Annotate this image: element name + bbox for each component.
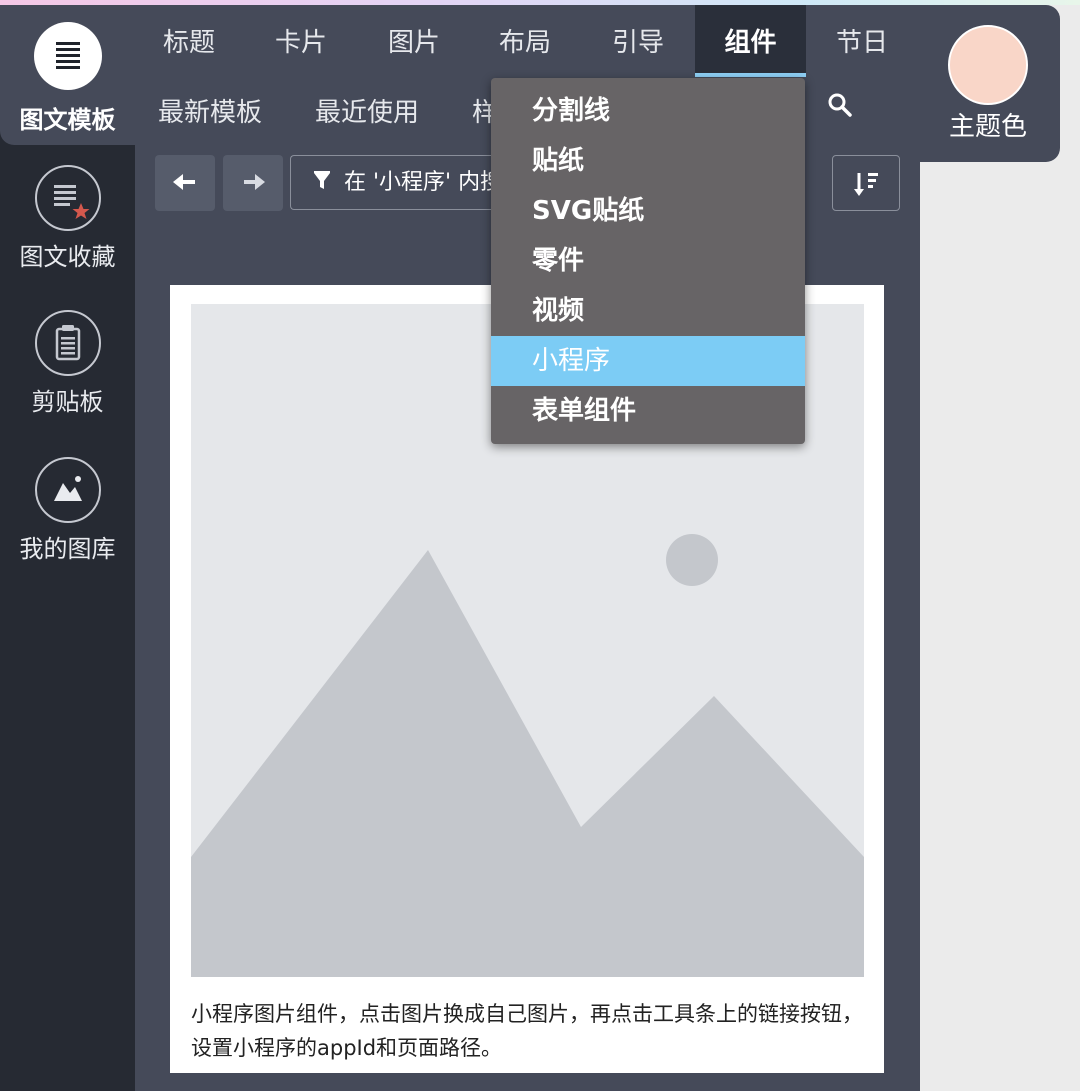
tab-image[interactable]: 图片 bbox=[388, 22, 440, 59]
dropdown-item-mini-program[interactable]: 小程序 bbox=[491, 336, 805, 386]
tab-festival[interactable]: 节日 bbox=[836, 22, 888, 59]
arrow-right-icon bbox=[244, 174, 265, 190]
tab-components-label: 组件 bbox=[724, 28, 777, 58]
tab-layout[interactable]: 布局 bbox=[499, 22, 551, 59]
sidebar-item-favorites[interactable]: 图文收藏 bbox=[0, 165, 135, 272]
sort-button[interactable] bbox=[832, 155, 900, 211]
document-lines-icon bbox=[33, 22, 102, 90]
search-filter-text: 在 '小程序' 内搜 bbox=[344, 170, 500, 195]
tab-title[interactable]: 标题 bbox=[163, 22, 215, 59]
search-filter[interactable]: 在 '小程序' 内搜 bbox=[290, 155, 500, 210]
funnel-icon bbox=[314, 171, 330, 189]
dropdown-item-form-components[interactable]: 表单组件 bbox=[491, 386, 805, 436]
sidebar-item-templates[interactable]: 图文模板 bbox=[0, 22, 135, 135]
tab-components[interactable]: 组件 bbox=[695, 5, 806, 77]
sidebar-item-label: 图文收藏 bbox=[19, 243, 116, 271]
tab-recently-used[interactable]: 最近使用 bbox=[315, 92, 419, 129]
sidebar-item-gallery[interactable]: 我的图库 bbox=[0, 457, 135, 564]
theme-color-swatch[interactable] bbox=[948, 25, 1028, 105]
forward-button[interactable] bbox=[223, 155, 283, 211]
search-icon[interactable] bbox=[827, 92, 853, 118]
sidebar-item-label: 我的图库 bbox=[19, 535, 116, 563]
dropdown-item-stickers[interactable]: 贴纸 bbox=[491, 136, 805, 186]
sort-icon bbox=[854, 173, 878, 196]
theme-color-label: 主题色 bbox=[948, 112, 1027, 142]
image-gallery-icon bbox=[34, 457, 101, 523]
tab-guide[interactable]: 引导 bbox=[612, 22, 664, 59]
starred-document-icon bbox=[34, 165, 101, 231]
dropdown-item-video[interactable]: 视频 bbox=[491, 286, 805, 336]
dropdown-item-divider[interactable]: 分割线 bbox=[491, 86, 805, 136]
dropdown-item-svg-stickers[interactable]: SVG贴纸 bbox=[491, 186, 805, 236]
sidebar-item-label: 剪贴板 bbox=[31, 388, 104, 416]
active-tab-underline bbox=[695, 73, 806, 77]
tab-card[interactable]: 卡片 bbox=[275, 22, 327, 59]
tab-latest-templates[interactable]: 最新模板 bbox=[158, 92, 262, 129]
card-caption: 小程序图片组件，点击图片换成自己图片，再点击工具条上的链接按钮，设置小程序的ap… bbox=[191, 1002, 863, 1060]
back-button[interactable] bbox=[155, 155, 215, 211]
sidebar-item-clipboard[interactable]: 剪贴板 bbox=[0, 310, 135, 417]
sidebar-item-label: 图文模板 bbox=[19, 106, 116, 134]
clipboard-icon bbox=[34, 310, 101, 376]
dropdown-item-parts[interactable]: 零件 bbox=[491, 236, 805, 286]
components-dropdown: 分割线 贴纸 SVG贴纸 零件 视频 小程序 表单组件 bbox=[491, 78, 805, 444]
arrow-left-icon bbox=[173, 174, 195, 190]
